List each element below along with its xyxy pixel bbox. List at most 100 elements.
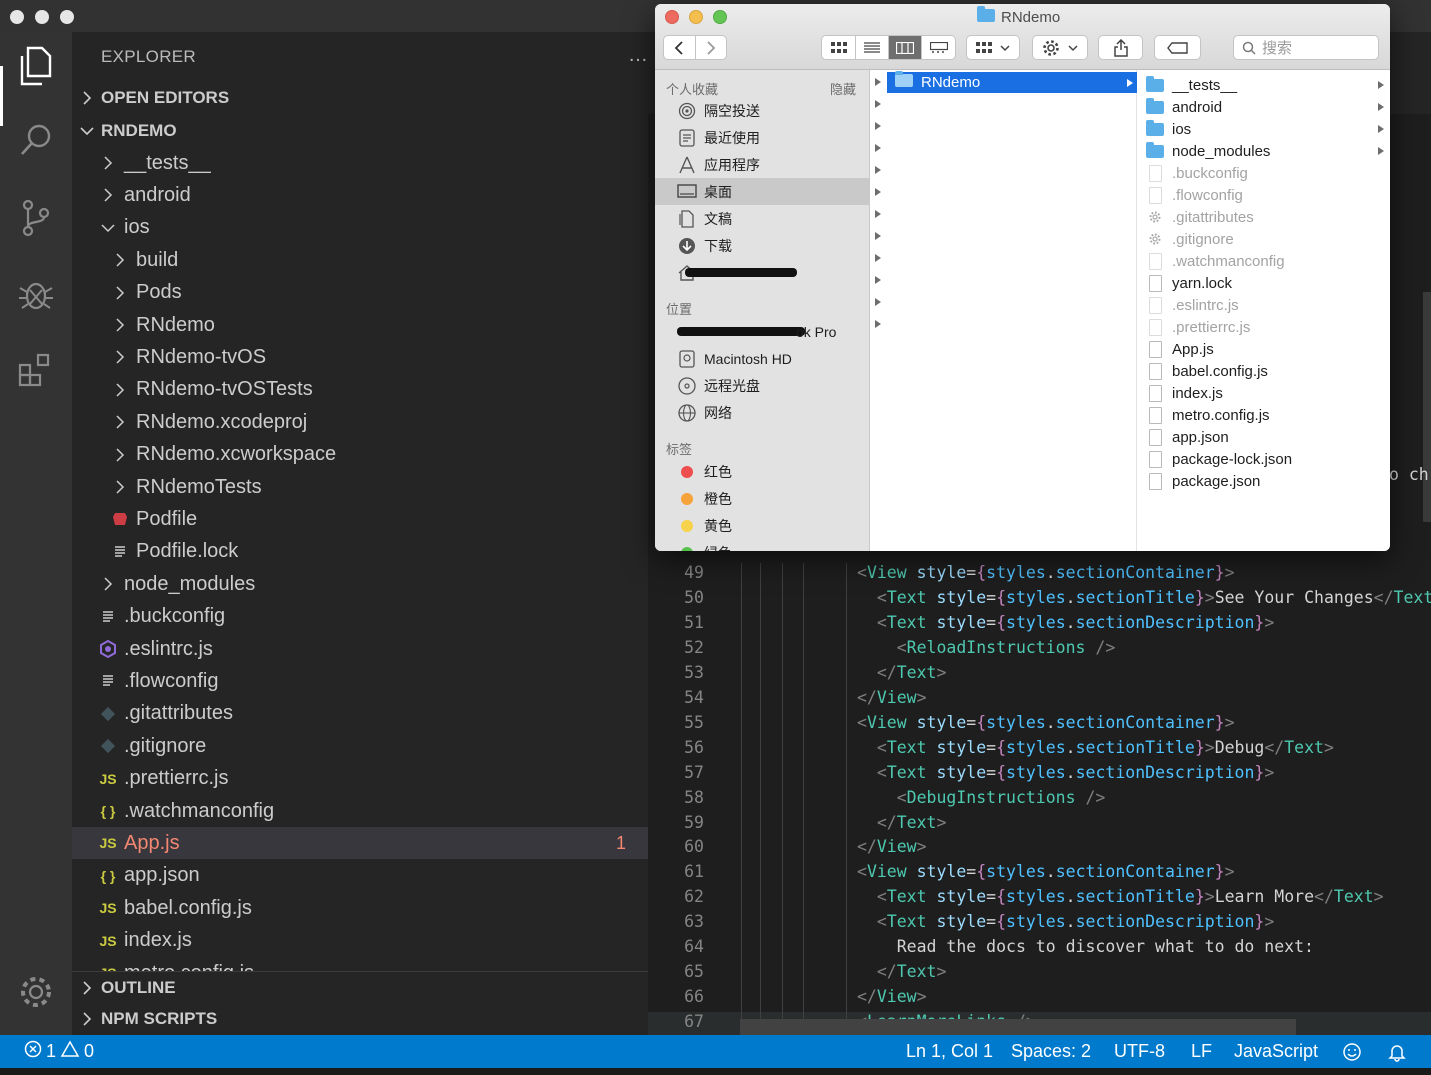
minimize-window-button[interactable] bbox=[35, 10, 49, 24]
sidebar-item-home[interactable] bbox=[655, 259, 869, 286]
finder-zoom-button[interactable] bbox=[713, 10, 727, 24]
source-control-icon[interactable] bbox=[14, 196, 58, 240]
gallery-view-icon[interactable] bbox=[922, 36, 955, 59]
sidebar-item-disk[interactable]: Macintosh HD bbox=[655, 345, 869, 372]
feedback-smiley-icon[interactable] bbox=[1342, 1035, 1362, 1068]
tags-button[interactable] bbox=[1154, 35, 1201, 60]
explorer-icon[interactable] bbox=[14, 44, 58, 88]
sidebar-tag[interactable]: 黄色 bbox=[655, 512, 869, 539]
tree-item[interactable]: ios bbox=[72, 212, 648, 244]
column-item[interactable]: .flowconfig bbox=[1138, 184, 1390, 206]
column-item[interactable]: App.js bbox=[1138, 338, 1390, 360]
finder-column-contents: __tests__ android ios node_modules .buckconf… bbox=[1138, 70, 1390, 551]
line-ending[interactable]: LF bbox=[1191, 1035, 1212, 1068]
column-item[interactable]: .gitignore bbox=[1138, 228, 1390, 250]
tree-item[interactable]: RNdemo bbox=[72, 309, 648, 341]
forward-button[interactable] bbox=[696, 36, 727, 59]
tree-item[interactable]: .buckconfig bbox=[72, 601, 648, 633]
project-section[interactable]: RNDEMO bbox=[72, 115, 648, 147]
column-item-selected[interactable]: RNdemo bbox=[887, 71, 1137, 93]
tree-item[interactable]: RNdemo.xcodeproj bbox=[72, 406, 648, 438]
icon-view-icon[interactable] bbox=[822, 36, 856, 59]
column-item[interactable]: .eslintrc.js bbox=[1138, 294, 1390, 316]
tree-item[interactable]: .flowconfig bbox=[72, 665, 648, 697]
bell-icon[interactable] bbox=[1387, 1035, 1407, 1068]
tree-item[interactable]: JS index.js bbox=[72, 925, 648, 957]
column-item[interactable]: node_modules bbox=[1138, 140, 1390, 162]
horizontal-scrollbar[interactable] bbox=[740, 1019, 1296, 1035]
search-icon[interactable] bbox=[14, 118, 58, 162]
language-mode[interactable]: JavaScript bbox=[1234, 1035, 1318, 1068]
extensions-icon[interactable] bbox=[14, 348, 58, 392]
column-item[interactable]: .buckconfig bbox=[1138, 162, 1390, 184]
npm-scripts-section[interactable]: NPM SCRIPTS bbox=[72, 1003, 648, 1035]
tree-item[interactable]: JS App.js 1 bbox=[72, 827, 648, 860]
sidebar-item-remote-disc[interactable]: 远程光盘 bbox=[655, 372, 869, 399]
close-window-button[interactable] bbox=[10, 10, 24, 24]
debug-icon[interactable] bbox=[14, 272, 58, 316]
column-item[interactable]: yarn.lock bbox=[1138, 272, 1390, 294]
tree-item[interactable]: .gitattributes bbox=[72, 698, 648, 730]
outline-section[interactable]: OUTLINE bbox=[72, 971, 648, 1003]
tree-item[interactable]: RNdemoTests bbox=[72, 471, 648, 503]
column-item[interactable]: .gitattributes bbox=[1138, 206, 1390, 228]
sidebar-item-applications[interactable]: 应用程序 bbox=[655, 151, 869, 178]
tree-item[interactable]: RNdemo.xcworkspace bbox=[72, 439, 648, 471]
group-by-button[interactable] bbox=[966, 35, 1020, 60]
tree-item[interactable]: .gitignore bbox=[72, 730, 648, 762]
problems-indicator[interactable]: 1 0 bbox=[24, 1035, 94, 1068]
tree-item[interactable]: Podfile bbox=[72, 503, 648, 535]
finder-close-button[interactable] bbox=[665, 10, 679, 24]
tree-item[interactable]: { } .watchmanconfig bbox=[72, 795, 648, 827]
list-view-icon[interactable] bbox=[856, 36, 889, 59]
tree-item[interactable]: Podfile.lock bbox=[72, 536, 648, 568]
sidebar-item-downloads[interactable]: 下载 bbox=[655, 232, 869, 259]
sidebar-tag[interactable]: 橙色 bbox=[655, 485, 869, 512]
column-item[interactable]: app.json bbox=[1138, 426, 1390, 448]
sidebar-item-recents[interactable]: 最近使用 bbox=[655, 124, 869, 151]
column-item[interactable]: android bbox=[1138, 96, 1390, 118]
search-field[interactable]: 搜索 bbox=[1233, 35, 1379, 60]
tree-item[interactable]: RNdemo-tvOS bbox=[72, 341, 648, 373]
column-item[interactable]: __tests__ bbox=[1138, 74, 1390, 96]
indentation[interactable]: Spaces: 2 bbox=[1011, 1035, 1091, 1068]
tree-item[interactable]: build bbox=[72, 244, 648, 276]
tree-item[interactable]: __tests__ bbox=[72, 147, 648, 179]
sidebar-item-documents[interactable]: 文稿 bbox=[655, 205, 869, 232]
tree-item[interactable]: .eslintrc.js bbox=[72, 633, 648, 665]
vertical-scrollbar[interactable] bbox=[1423, 292, 1431, 522]
back-button[interactable] bbox=[664, 36, 696, 59]
tree-item[interactable]: node_modules bbox=[72, 568, 648, 600]
finder-minimize-button[interactable] bbox=[689, 10, 703, 24]
column-item[interactable]: .prettierrc.js bbox=[1138, 316, 1390, 338]
cursor-position[interactable]: Ln 1, Col 1 bbox=[906, 1035, 993, 1068]
column-item[interactable]: package.json bbox=[1138, 470, 1390, 492]
open-editors-section[interactable]: OPEN EDITORS bbox=[72, 82, 648, 114]
tree-item[interactable]: RNdemo-tvOSTests bbox=[72, 374, 648, 406]
column-view-icon[interactable] bbox=[889, 36, 922, 59]
encoding[interactable]: UTF-8 bbox=[1114, 1035, 1165, 1068]
sidebar-item-desktop[interactable]: 桌面 bbox=[655, 178, 869, 205]
tree-item[interactable]: JS .prettierrc.js bbox=[72, 763, 648, 795]
more-actions-icon[interactable]: … bbox=[628, 44, 648, 67]
gear-icon[interactable] bbox=[14, 970, 58, 1014]
sidebar-tag[interactable]: 红色 bbox=[655, 458, 869, 485]
column-item[interactable]: index.js bbox=[1138, 382, 1390, 404]
sidebar-item-airdrop[interactable]: 隔空投送 bbox=[655, 97, 869, 124]
column-item[interactable]: metro.config.js bbox=[1138, 404, 1390, 426]
column-item[interactable]: package-lock.json bbox=[1138, 448, 1390, 470]
tree-item[interactable]: { } app.json bbox=[72, 860, 648, 892]
hide-favorites-link[interactable]: 隐藏 bbox=[830, 79, 856, 98]
sidebar-item-device[interactable]: ok Pro bbox=[655, 318, 869, 345]
tree-item[interactable]: android bbox=[72, 179, 648, 211]
share-button[interactable] bbox=[1098, 35, 1143, 60]
sidebar-item-network[interactable]: 网络 bbox=[655, 399, 869, 426]
zoom-window-button[interactable] bbox=[60, 10, 74, 24]
column-item[interactable]: ios bbox=[1138, 118, 1390, 140]
tree-item[interactable]: Pods bbox=[72, 277, 648, 309]
action-button[interactable] bbox=[1032, 35, 1088, 60]
column-item[interactable]: babel.config.js bbox=[1138, 360, 1390, 382]
tree-item[interactable]: JS babel.config.js bbox=[72, 892, 648, 924]
sidebar-tag[interactable]: 绿色 bbox=[655, 539, 869, 551]
column-item[interactable]: .watchmanconfig bbox=[1138, 250, 1390, 272]
